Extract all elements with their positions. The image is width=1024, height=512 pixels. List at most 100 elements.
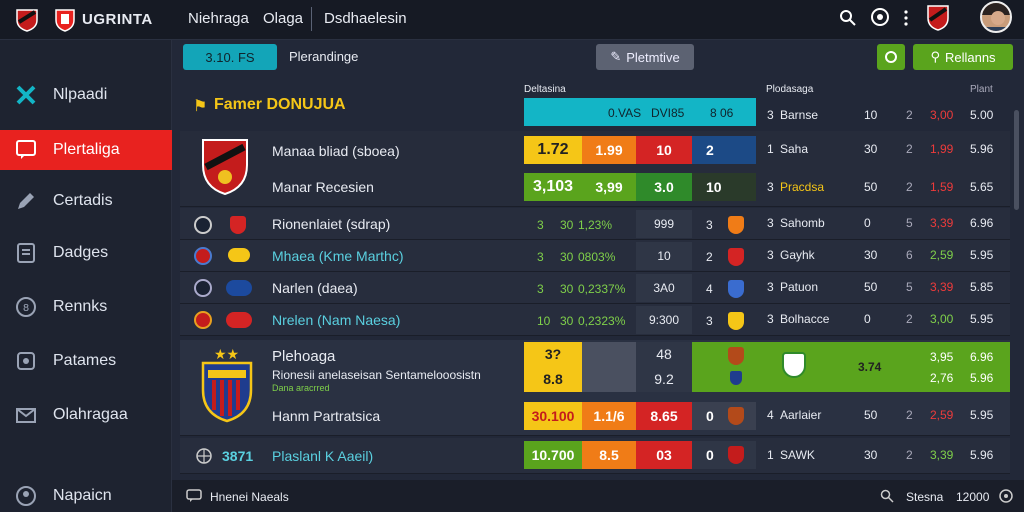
- standing-extra: 5.95: [970, 248, 994, 262]
- match-stat: 3: [537, 218, 544, 232]
- nav-link-1[interactable]: Niehraga: [188, 10, 249, 27]
- standing-team: Bolhacce: [780, 312, 830, 326]
- odds-cell[interactable]: 03: [636, 441, 692, 469]
- club-crest-icon: [728, 446, 744, 464]
- results-button[interactable]: ⚲ Rellanns: [913, 44, 1013, 70]
- standing-played: 30: [864, 448, 878, 462]
- odds-cell[interactable]: 0: [692, 441, 756, 469]
- odds-cell[interactable]: 9.2: [636, 366, 692, 392]
- pen-icon: [13, 188, 39, 214]
- standings-header-2: Plant: [970, 84, 993, 95]
- mid-value-cell[interactable]: 10: [636, 242, 692, 270]
- odds-cell[interactable]: 3,99: [582, 173, 636, 201]
- standing-extra: 5.85: [970, 280, 994, 294]
- standing-position: 3: [767, 248, 774, 262]
- highlight-value: 3,95: [930, 350, 954, 364]
- wheel-icon: [195, 447, 213, 465]
- filter-label: Plerandinge: [289, 49, 359, 64]
- mid-value-cell[interactable]: 9:300: [636, 306, 692, 334]
- nav-link-3[interactable]: Dsdhaelesin: [324, 10, 407, 27]
- odds-cell[interactable]: 3?: [524, 342, 582, 366]
- sidebar-item-2[interactable]: Plertaliga: [0, 130, 172, 170]
- standing-value: 3,39: [930, 280, 954, 294]
- standing-value: 2,59: [930, 408, 954, 422]
- odds-cell[interactable]: 1.1/6: [582, 402, 636, 430]
- scrollbar[interactable]: [1014, 110, 1019, 210]
- odds-cell[interactable]: 48: [636, 342, 692, 366]
- col-sub-1: 0.VAS: [608, 106, 642, 120]
- chat-icon[interactable]: [186, 489, 202, 503]
- standing-team: Gayhk: [780, 248, 815, 262]
- standing-value: 3,00: [930, 108, 954, 122]
- standing-position: 3: [767, 216, 774, 230]
- match-name: Plaslanl K Aaeil): [272, 448, 374, 464]
- settings-icon[interactable]: [998, 488, 1014, 504]
- sidebar-item-label: Dadges: [53, 244, 109, 261]
- footer-status: Stesna: [906, 490, 944, 504]
- sidebar-item-6[interactable]: Patames: [0, 341, 172, 381]
- col-sub-3: 8 06: [710, 106, 734, 120]
- odds-cell[interactable]: 8.65: [636, 402, 692, 430]
- sidebar-item-8[interactable]: Napaicn: [0, 476, 172, 512]
- ball-icon[interactable]: [870, 7, 890, 27]
- standing-extra: 5.00: [970, 108, 994, 122]
- svg-text:8: 8: [23, 303, 29, 314]
- col-sub-2: DVI85: [651, 106, 685, 120]
- standing-position: 3: [767, 312, 774, 326]
- featured-crest-icon: [200, 360, 254, 424]
- top-bar: UGRINTA Niehraga Olaga Dsdhaelesin: [0, 0, 1024, 40]
- mid-value-cell[interactable]: 999: [636, 210, 692, 238]
- standing-team: Aarlaier: [780, 408, 822, 422]
- odds-cell[interactable]: 10.700: [524, 441, 582, 469]
- mid-value-cell[interactable]: 3A0: [636, 274, 692, 302]
- club-crest-icon: [728, 347, 744, 365]
- nav-divider: [311, 7, 312, 31]
- club-crest-icon: [730, 371, 742, 385]
- odds-cell[interactable]: 8.5: [582, 441, 636, 469]
- match-stat: 0803%: [578, 250, 616, 264]
- odds-cell[interactable]: 3.0: [636, 173, 692, 201]
- odds-cell[interactable]: 1.72: [524, 136, 582, 164]
- sidebar-item-label: Plertaliga: [53, 141, 120, 158]
- odds-cell[interactable]: 1.99: [582, 136, 636, 164]
- highlight-value: 6.96: [970, 350, 994, 364]
- sidebar-item-5[interactable]: 8 Rennks: [0, 287, 172, 327]
- odds-cell[interactable]: 3,103: [524, 173, 582, 201]
- odds-cell[interactable]: 2: [692, 136, 756, 164]
- team-logo-icon: [194, 247, 212, 265]
- featured-title: Manaa bliad (sboea): [272, 143, 400, 159]
- featured-crest-icon: [200, 137, 250, 197]
- odds-cell-empty[interactable]: [582, 342, 636, 392]
- sidebar-item-7[interactable]: Olahragaa: [0, 395, 172, 435]
- odds-cell[interactable]: 10: [692, 173, 756, 201]
- mid-button[interactable]: ✎ Pletmtive: [596, 44, 694, 70]
- featured-subtitle: Manar Recesien: [272, 179, 374, 195]
- standing-extra: 5.95: [970, 408, 994, 422]
- club-shield-icon[interactable]: [926, 4, 950, 32]
- sidebar-item-3[interactable]: Certadis: [0, 181, 172, 221]
- sidebar-item-1[interactable]: Nlpaadi: [0, 75, 172, 115]
- odds-cell[interactable]: 8.8: [524, 366, 582, 392]
- brand-logo-icon: [54, 8, 76, 32]
- avatar[interactable]: [980, 1, 1012, 33]
- user-icon: [13, 483, 39, 509]
- search-icon[interactable]: [880, 489, 894, 503]
- standing-played: 30: [864, 142, 878, 156]
- odds-cell[interactable]: 0: [692, 402, 756, 430]
- standing-diff: 2: [906, 108, 913, 122]
- sidebar: Nlpaadi Plertaliga Certadis Dadges 8 Ren…: [0, 40, 172, 512]
- search-icon[interactable]: [838, 8, 858, 28]
- odds-cell[interactable]: 30.100: [524, 402, 582, 430]
- sidebar-item-4[interactable]: Dadges: [0, 233, 172, 273]
- nav-link-2[interactable]: Olaga: [263, 10, 303, 27]
- featured-desc: Rionesii anelaseisan Sentamelooosistn: [272, 368, 481, 382]
- date-chip[interactable]: 3.10. FS: [183, 44, 277, 70]
- match-stat: 3: [537, 250, 544, 264]
- refresh-button[interactable]: [877, 44, 905, 70]
- odds-cell[interactable]: 10: [636, 136, 692, 164]
- highlight-value: 2,76: [930, 371, 954, 385]
- standing-position: 3: [767, 280, 774, 294]
- team-logo-icon: [226, 312, 252, 328]
- standing-played: 0: [864, 312, 871, 326]
- more-icon[interactable]: [903, 8, 909, 28]
